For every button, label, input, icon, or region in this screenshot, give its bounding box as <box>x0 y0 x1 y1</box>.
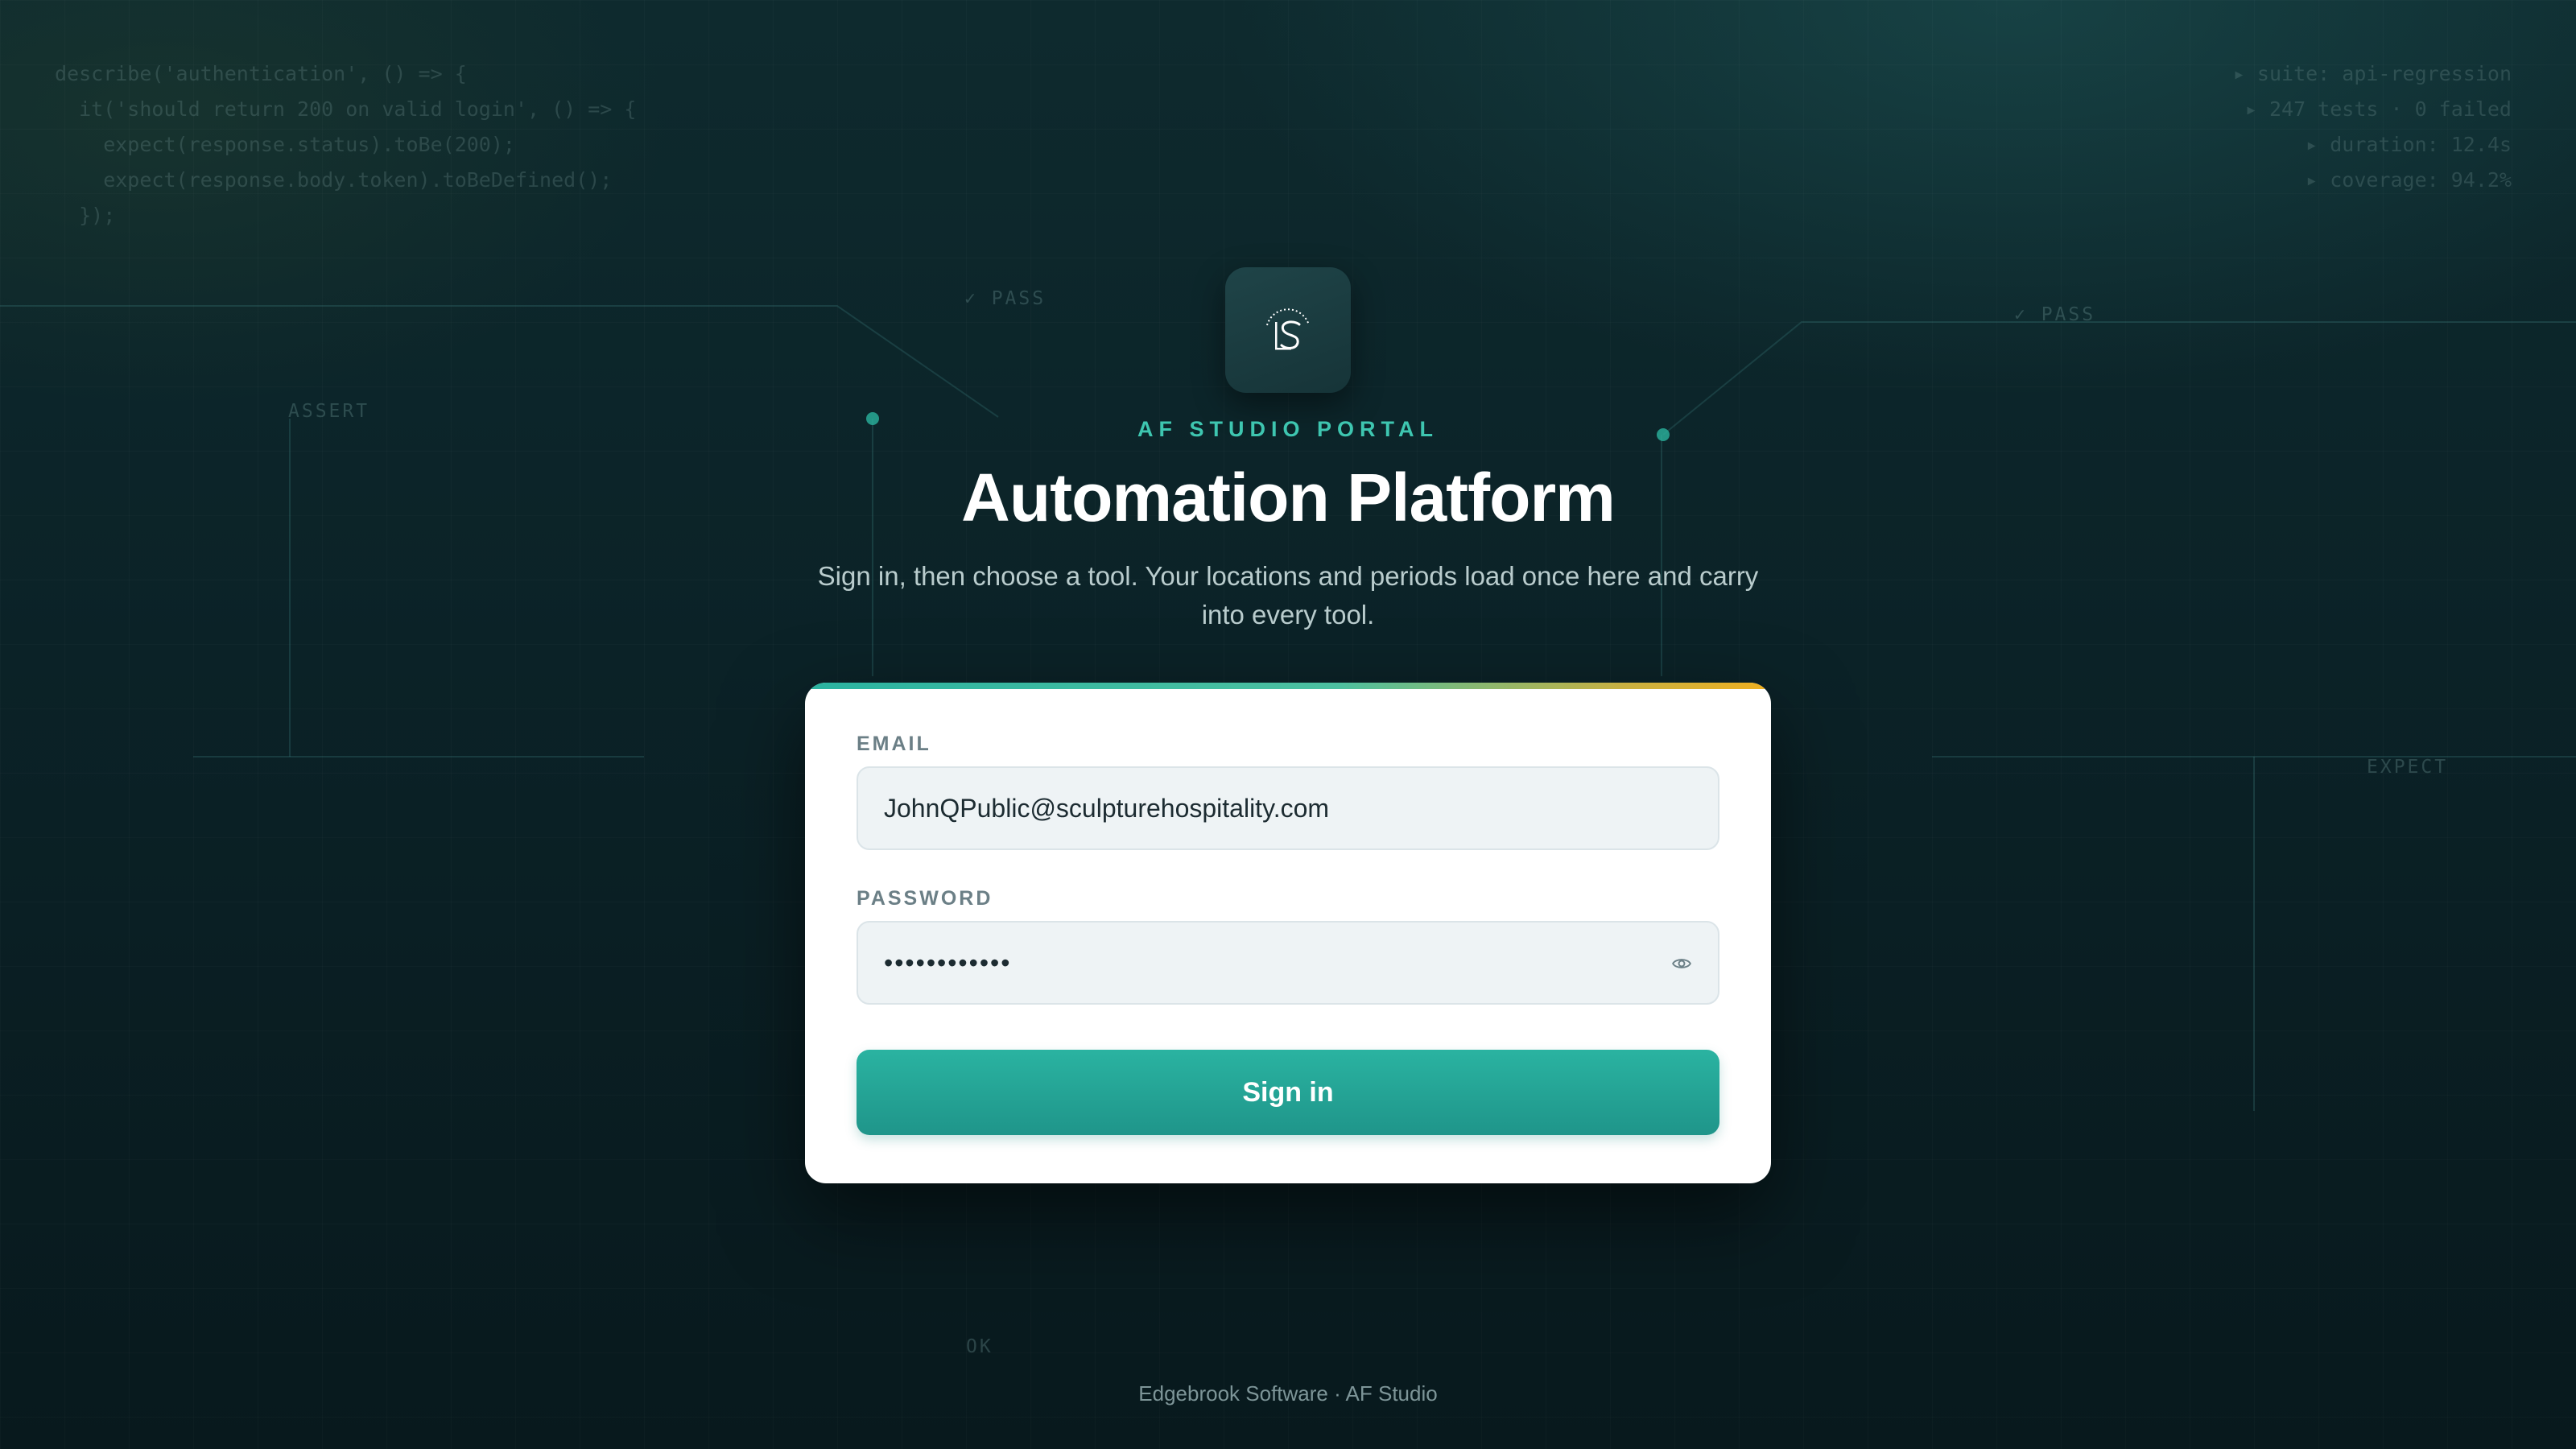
background-test-summary: ▸ suite: api-regression ▸ 247 tests · 0 f… <box>2232 62 2512 192</box>
background-label-pass-right: ✓ PASS <box>2014 304 2096 325</box>
card-accent-bar <box>805 683 1771 689</box>
background-label-expect: EXPECT <box>2367 757 2449 778</box>
email-field[interactable] <box>884 768 1657 848</box>
background-code-snippet: describe('authentication', () => { it('s… <box>55 62 637 227</box>
sign-in-card: EMAIL PASSWORD Sign in <box>805 683 1771 1183</box>
background-label-ok: OK <box>966 1336 993 1357</box>
sign-in-button[interactable]: Sign in <box>857 1050 1719 1135</box>
sculpture-s-logo-icon <box>1266 308 1310 350</box>
footer-credits: Edgebrook Software · AF Studio <box>1138 1381 1438 1406</box>
brand-logo <box>1225 267 1351 393</box>
portal-eyebrow: AF STUDIO PORTAL <box>1137 417 1439 441</box>
page-title: Automation Platform <box>961 460 1616 535</box>
password-field[interactable] <box>884 923 1657 1003</box>
email-label: EMAIL <box>857 733 931 755</box>
eye-icon[interactable] <box>1670 952 1694 976</box>
page-subtitle: Sign in, then choose a tool. Your locati… <box>817 561 1759 630</box>
password-label: PASSWORD <box>857 887 993 910</box>
password-field-box <box>857 921 1719 1005</box>
email-field-box <box>857 766 1719 850</box>
background-label-pass-left: ✓ PASS <box>964 288 1046 309</box>
